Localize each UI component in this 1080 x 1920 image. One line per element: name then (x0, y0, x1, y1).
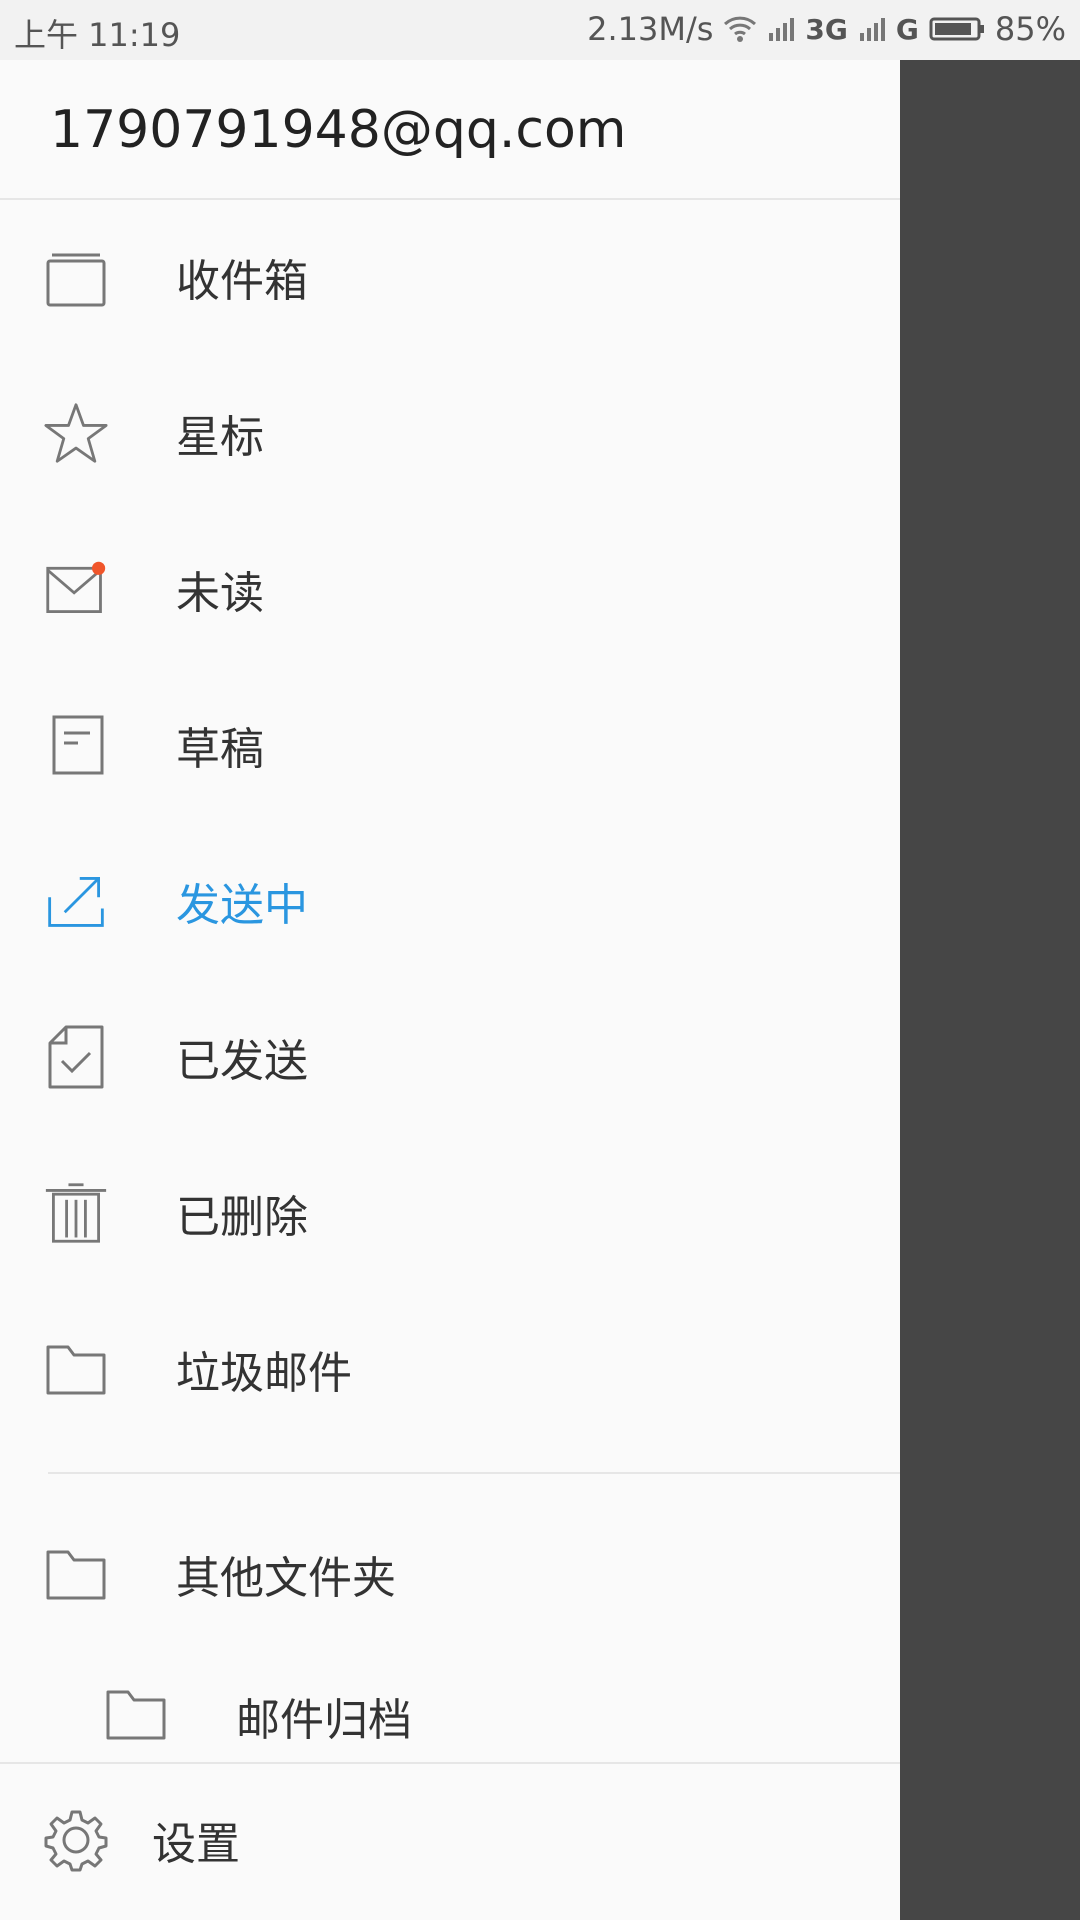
folder-label: 收件箱 (176, 256, 308, 307)
divider (0, 198, 900, 200)
status-right: 2.13M/s 3G G 85% (587, 10, 1066, 48)
folder-label: 垃圾邮件 (176, 1348, 352, 1399)
battery-icon (929, 15, 985, 43)
folder-icon (44, 1337, 108, 1401)
star-icon (44, 401, 108, 465)
inbox-icon (44, 245, 108, 309)
account-email[interactable]: 1790791948@qq.com (50, 100, 626, 160)
folder-label: 已删除 (176, 1192, 308, 1243)
draft-icon (44, 713, 108, 777)
net-speed: 2.13M/s (587, 10, 714, 48)
mail-unread-icon (44, 557, 108, 621)
folder-item-sent[interactable]: 已发送 (0, 997, 900, 1117)
settings-label: 设置 (152, 1819, 240, 1870)
network-3g-label: 3G (805, 12, 848, 46)
folder-item-sending[interactable]: 发送中 (0, 841, 900, 961)
divider (48, 1472, 900, 1474)
other-folders-label: 其他文件夹 (176, 1553, 396, 1604)
signal-icon (858, 15, 886, 43)
folder-icon (44, 1542, 108, 1606)
folder-item-trash[interactable]: 已删除 (0, 1153, 900, 1273)
navigation-drawer: 1790791948@qq.com 收件箱 星标 未读 草稿 发送中 已发送 已… (0, 60, 900, 1920)
folder-item-starred[interactable]: 星标 (0, 373, 900, 493)
folder-item-inbox[interactable]: 收件箱 (0, 217, 900, 337)
folder-label: 邮件归档 (236, 1695, 412, 1746)
divider (0, 1762, 900, 1764)
other-folders-header[interactable]: 其他文件夹 (0, 1514, 900, 1634)
folder-label: 未读 (176, 568, 264, 619)
folder-label: 草稿 (176, 724, 264, 775)
battery-level: 85% (994, 10, 1066, 48)
status-bar: 上午 11:19 2.13M/s 3G G 85% (0, 0, 1080, 60)
trash-icon (44, 1181, 108, 1245)
folder-item-unread[interactable]: 未读 (0, 529, 900, 649)
signal-icon (767, 15, 795, 43)
folder-label: 发送中 (176, 880, 308, 931)
folder-icon (104, 1682, 168, 1746)
drawer-scrim[interactable] (900, 60, 1080, 1920)
folder-item-spam[interactable]: 垃圾邮件 (0, 1309, 900, 1429)
gear-icon (44, 1808, 108, 1872)
settings-item[interactable]: 设置 (0, 1780, 900, 1900)
status-time: 上午 11:19 (14, 16, 181, 54)
sending-icon (44, 869, 108, 933)
folder-label: 星标 (176, 412, 264, 463)
folder-label: 已发送 (176, 1036, 308, 1087)
folder-item-drafts[interactable]: 草稿 (0, 685, 900, 805)
network-g-label: G (895, 12, 919, 46)
folder-item-archive[interactable]: 邮件归档 (0, 1670, 900, 1750)
wifi-icon (723, 15, 757, 43)
sent-icon (44, 1025, 108, 1089)
